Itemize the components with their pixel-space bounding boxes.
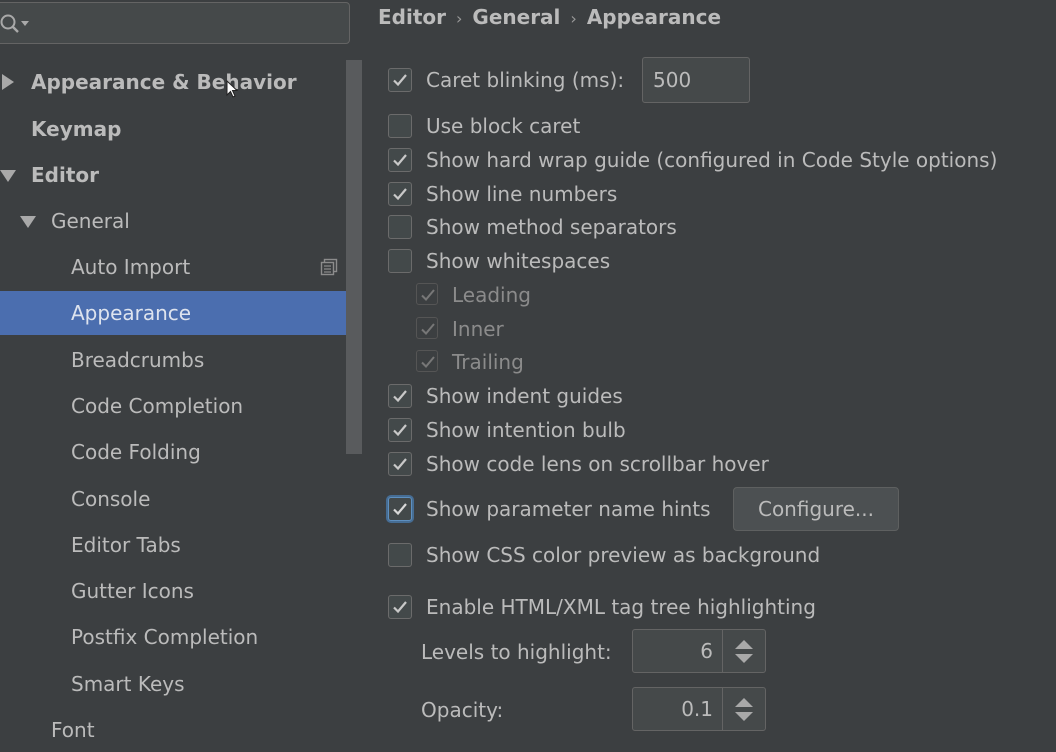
hard-wrap-checkbox[interactable] xyxy=(388,148,412,172)
intention-bulb-checkbox[interactable] xyxy=(388,418,412,442)
chevron-down-icon[interactable] xyxy=(0,170,16,182)
chevron-down-icon[interactable] xyxy=(20,216,36,228)
settings-sidebar: Appearance & Behavior Keymap Editor Gene… xyxy=(0,0,362,750)
tree-item-console[interactable]: Console xyxy=(0,477,362,521)
arrow-down-icon[interactable] xyxy=(733,711,755,723)
tag-tree-checkbox[interactable] xyxy=(388,595,412,619)
whitespaces-checkbox[interactable] xyxy=(388,249,412,273)
checkmark-icon xyxy=(393,390,407,403)
tree-item-appearance[interactable]: Appearance xyxy=(0,291,346,335)
breadcrumb-general[interactable]: General xyxy=(472,5,560,29)
breadcrumb-separator-icon: › xyxy=(456,9,463,28)
checkmark-icon xyxy=(393,503,407,516)
tree-item-postfix-completion[interactable]: Postfix Completion xyxy=(0,615,362,659)
sidebar-scrollbar[interactable] xyxy=(346,60,362,454)
project-settings-icon xyxy=(320,258,338,276)
checkmark-icon xyxy=(393,188,407,201)
tree-item-auto-import[interactable]: Auto Import xyxy=(0,245,362,289)
tree-item-editor-tabs[interactable]: Editor Tabs xyxy=(0,523,362,567)
tree-item-code-completion[interactable]: Code Completion xyxy=(0,384,362,428)
arrow-up-icon[interactable] xyxy=(733,638,755,650)
tree-item-keymap[interactable]: Keymap xyxy=(0,107,362,151)
breadcrumb-editor[interactable]: Editor xyxy=(378,5,446,29)
checkmark-icon xyxy=(393,424,407,437)
search-input[interactable] xyxy=(0,2,350,44)
trailing-checkbox[interactable] xyxy=(416,350,438,372)
levels-label: Levels to highlight: xyxy=(421,640,612,664)
opacity-label: Opacity: xyxy=(421,698,504,722)
inner-checkbox[interactable] xyxy=(416,317,438,339)
opacity-spinner[interactable]: 0.1 xyxy=(632,687,766,731)
tree-item-breadcrumbs[interactable]: Breadcrumbs xyxy=(0,338,362,382)
checkmark-icon xyxy=(421,323,435,335)
css-preview-checkbox[interactable] xyxy=(388,543,412,567)
arrow-up-icon[interactable] xyxy=(733,696,755,708)
tree-item-editor[interactable]: Editor xyxy=(0,153,362,197)
spinner-arrows[interactable] xyxy=(722,630,765,672)
search-icon xyxy=(0,14,29,33)
checkmark-icon xyxy=(393,74,407,87)
tree-item-smart-keys[interactable]: Smart Keys xyxy=(0,662,362,706)
breadcrumb-separator-icon: › xyxy=(570,9,577,28)
checkmark-icon xyxy=(393,458,407,471)
caret-blinking-checkbox[interactable] xyxy=(388,68,412,92)
checkmark-icon xyxy=(421,289,435,301)
levels-spinner[interactable]: 6 xyxy=(632,629,766,673)
caret-blinking-input[interactable]: 500 xyxy=(642,57,750,103)
breadcrumb: Editor › General › Appearance xyxy=(378,0,721,34)
tree-item-gutter-icons[interactable]: Gutter Icons xyxy=(0,569,362,613)
checkmark-icon xyxy=(393,154,407,167)
chevron-right-icon[interactable] xyxy=(2,74,14,90)
line-numbers-checkbox[interactable] xyxy=(388,182,412,206)
indent-guides-checkbox[interactable] xyxy=(388,384,412,408)
settings-content: Editor › General › Appearance Caret blinking… xyxy=(362,0,1056,750)
block-caret-checkbox[interactable] xyxy=(388,114,412,138)
breadcrumb-appearance: Appearance xyxy=(586,5,722,29)
tree-item-appearance-behavior[interactable]: Appearance & Behavior xyxy=(0,60,362,104)
code-lens-checkbox[interactable] xyxy=(388,452,412,476)
arrow-down-icon[interactable] xyxy=(733,653,755,665)
leading-checkbox[interactable] xyxy=(416,283,438,305)
configure-button[interactable]: Configure... xyxy=(733,487,899,531)
tree-item-code-folding[interactable]: Code Folding xyxy=(0,430,362,474)
method-separators-checkbox[interactable] xyxy=(388,215,412,239)
checkmark-icon xyxy=(393,601,407,614)
tree-item-general[interactable]: General xyxy=(0,199,362,243)
checkmark-icon xyxy=(421,356,435,368)
spinner-arrows[interactable] xyxy=(722,688,765,730)
parameter-hints-checkbox[interactable] xyxy=(388,497,412,521)
tree-item-font[interactable]: Font xyxy=(0,708,362,752)
mouse-cursor-icon xyxy=(226,80,239,98)
